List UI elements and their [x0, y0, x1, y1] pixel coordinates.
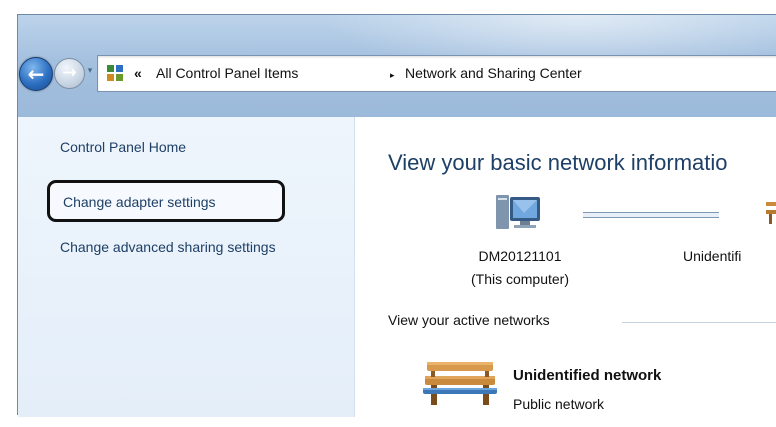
address-bar[interactable]: « All Control Panel Items ▸ Network and … [97, 55, 776, 92]
control-panel-icon [107, 65, 123, 81]
breadcrumb-network-sharing-center[interactable]: Network and Sharing Center [405, 64, 582, 82]
active-networks-label: View your active networks [388, 312, 550, 328]
back-arrow-icon[interactable]: ← [19, 57, 53, 91]
task-sidebar [18, 117, 355, 417]
computer-name: DM20121101 [478, 248, 562, 264]
network-type-link[interactable]: Public network [513, 396, 604, 412]
bench-icon-partial[interactable] [766, 198, 776, 224]
breadcrumb-all-control-panel-items[interactable]: All Control Panel Items [156, 64, 298, 82]
remote-network-label[interactable]: Unidentifi [683, 248, 741, 264]
chevron-down-icon[interactable]: ▾ [85, 66, 95, 76]
connection-line [583, 212, 719, 218]
sidebar-link-change-adapter-settings[interactable]: Change adapter settings [63, 193, 216, 211]
breadcrumb-separator-icon[interactable]: ▸ [390, 66, 395, 84]
sidebar-link-change-advanced-sharing[interactable]: Change advanced sharing settings [60, 238, 300, 256]
computer-subtitle: (This computer) [470, 271, 570, 287]
forward-arrow-icon[interactable]: → [54, 58, 85, 89]
sidebar-link-control-panel-home[interactable]: Control Panel Home [60, 138, 186, 156]
bench-icon [423, 362, 497, 405]
breadcrumb-overflow[interactable]: « [134, 64, 142, 82]
computer-icon[interactable] [494, 193, 544, 235]
highlighted-link-frame[interactable]: Change adapter settings [47, 180, 285, 222]
network-name: Unidentified network [513, 367, 662, 384]
active-networks-divider [622, 322, 776, 323]
page-heading: View your basic network informatio [388, 150, 728, 175]
